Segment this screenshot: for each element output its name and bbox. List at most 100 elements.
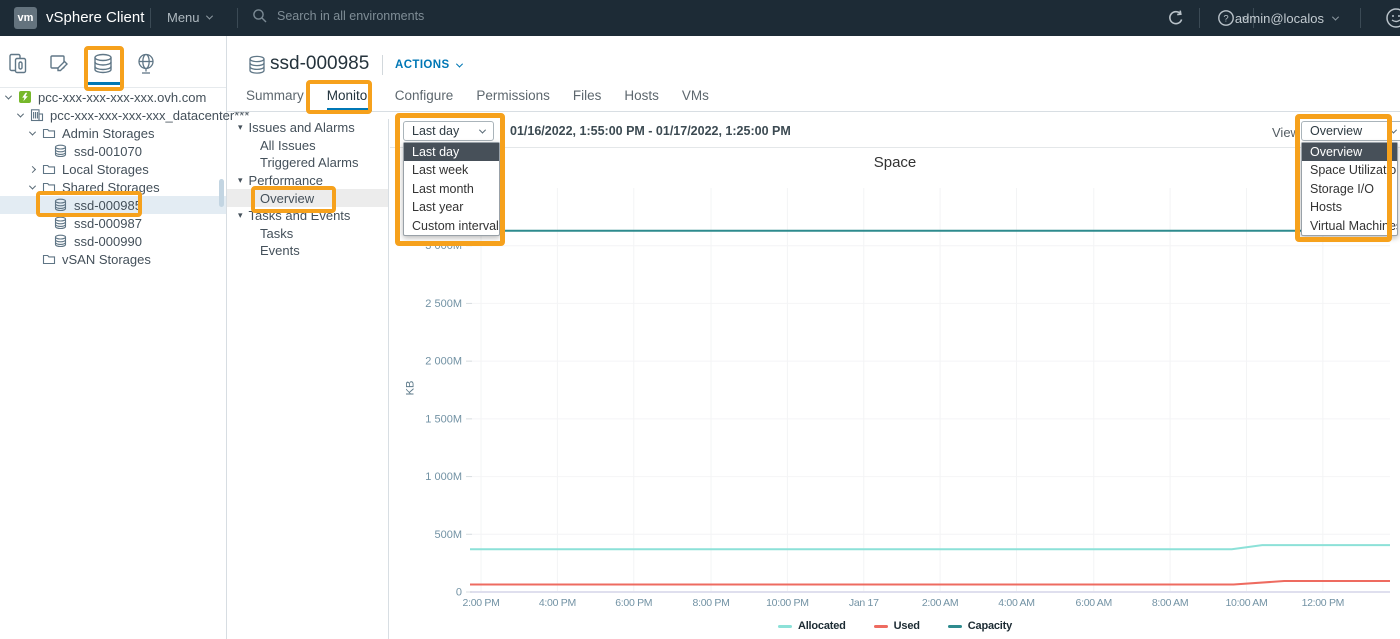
x-tick-label: 2:00 PM: [463, 597, 500, 609]
option-last-day[interactable]: Last day: [404, 143, 499, 161]
chevron-expanded-icon[interactable]: [29, 128, 36, 135]
monitor-nav-issues-and-alarms[interactable]: ▾Issues and Alarms: [227, 119, 388, 137]
option-storage-i-o[interactable]: Storage I/O: [1302, 180, 1397, 198]
monitor-nav-all-issues[interactable]: All Issues: [227, 137, 388, 155]
tab-vms[interactable]: VMs: [682, 82, 709, 111]
tab-summary[interactable]: Summary: [246, 82, 304, 111]
tab-files[interactable]: Files: [573, 82, 602, 111]
option-custom-interval[interactable]: Custom interval: [404, 217, 499, 235]
view-label: View: [1272, 125, 1300, 140]
chevron-down-icon: [456, 60, 463, 67]
feedback-icon[interactable]: [1384, 6, 1400, 30]
legend-swatch: [874, 625, 888, 628]
time-range-select[interactable]: Last day: [403, 121, 494, 141]
tree-item[interactable]: pcc-xxx-xxx-xxx-xxx_datacenter***: [0, 106, 226, 124]
y-tick-label: 2 000M: [425, 356, 462, 368]
networking-icon[interactable]: [134, 52, 158, 76]
tab-permissions[interactable]: Permissions: [476, 82, 550, 111]
chevron-collapsed-icon[interactable]: [29, 165, 36, 172]
tree-item-label: ssd-000990: [74, 234, 142, 249]
user-name: admin@localos: [1235, 11, 1324, 26]
monitor-nav-label: Performance: [249, 173, 323, 188]
tree-item-label: Admin Storages: [62, 126, 155, 141]
tab-configure[interactable]: Configure: [395, 82, 454, 111]
chevron-down-icon: [1390, 126, 1397, 133]
y-tick-label: 1 500M: [425, 413, 462, 425]
option-overview[interactable]: Overview: [1302, 143, 1397, 161]
section-collapse-icon[interactable]: ▾: [238, 122, 243, 133]
divider: [1199, 8, 1200, 28]
monitor-nav-performance[interactable]: ▾ Performance: [227, 172, 388, 190]
option-virtual-machines[interactable]: Virtual Machines: [1302, 217, 1397, 235]
actions-label: ACTIONS: [395, 59, 450, 71]
svg-text:?: ?: [1223, 14, 1228, 25]
monitor-nav-tasks-and-events[interactable]: ▾Tasks and Events: [227, 207, 388, 225]
monitor-nav-events[interactable]: Events: [227, 242, 388, 260]
search-input[interactable]: Search in all environments: [252, 8, 672, 24]
series-line-used: [470, 581, 1390, 584]
tree-item-label: Local Storages: [62, 162, 149, 177]
space-chart: 0500M1 000M1 500M2 000M2 500M3 000M2:00 …: [390, 148, 1400, 618]
inventory-tree: pcc-xxx-xxx-xxx-xxx.ovh.compcc-xxx-xxx-x…: [0, 88, 226, 268]
monitor-nav-label: Events: [260, 243, 300, 258]
tab-monitor[interactable]: Monitor: [327, 82, 372, 111]
legend-item-allocated: Allocated: [778, 620, 846, 632]
tree-item[interactable]: pcc-xxx-xxx-xxx-xxx.ovh.com: [0, 88, 226, 106]
tree-item[interactable]: vSAN Storages: [0, 250, 226, 268]
tree-scrollbar-thumb[interactable]: [219, 179, 224, 207]
section-collapse-icon[interactable]: ▾: [238, 210, 243, 221]
top-bar: vm vSphere Client Menu Search in all env…: [0, 0, 1400, 36]
chevron-expanded-icon[interactable]: [17, 110, 24, 117]
y-tick-label: 1 000M: [425, 471, 462, 483]
tree-item[interactable]: ssd-000987: [0, 214, 226, 232]
chart-legend: AllocatedUsedCapacity: [390, 620, 1400, 632]
view-select[interactable]: Overview: [1301, 121, 1400, 141]
legend-label: Used: [894, 620, 920, 632]
search-placeholder: Search in all environments: [277, 9, 424, 23]
x-tick-label: 2:00 AM: [922, 597, 958, 609]
monitor-nav-overview[interactable]: Overview: [227, 189, 388, 207]
time-range-dropdown: Last dayLast weekLast monthLast yearCust…: [403, 142, 500, 236]
option-hosts[interactable]: Hosts: [1302, 198, 1397, 216]
monitor-nav-triggered-alarms[interactable]: Triggered Alarms: [227, 154, 388, 172]
x-tick-label: 8:00 AM: [1152, 597, 1188, 609]
navigation-sidebar: pcc-xxx-xxx-xxx-xxx.ovh.compcc-xxx-xxx-x…: [0, 36, 227, 639]
vcenter-icon: [18, 90, 33, 104]
tree-item[interactable]: Local Storages: [0, 160, 226, 178]
user-menu[interactable]: admin@localos: [1235, 0, 1338, 36]
tree-item[interactable]: ssd-001070: [0, 142, 226, 160]
folder-icon: [42, 180, 57, 194]
chevron-expanded-icon[interactable]: [5, 92, 12, 99]
datacenter-icon: [30, 108, 45, 122]
actions-button[interactable]: ACTIONS: [395, 59, 462, 71]
chevron-expanded-icon[interactable]: [29, 182, 36, 189]
option-last-month[interactable]: Last month: [404, 180, 499, 198]
refresh-button[interactable]: [1166, 0, 1186, 36]
x-tick-label: 6:00 AM: [1076, 597, 1112, 609]
monitor-nav-tasks[interactable]: Tasks: [227, 225, 388, 243]
menu-label: Menu: [167, 10, 200, 25]
time-range-value: Last day: [412, 124, 459, 138]
vms-templates-icon[interactable]: [48, 52, 72, 76]
chevron-down-icon: [205, 13, 212, 20]
tree-item-label: ssd-000985: [74, 198, 142, 213]
option-space-utilization[interactable]: Space Utilization: [1302, 161, 1397, 179]
storage-icon[interactable]: [91, 52, 115, 76]
section-collapse-icon[interactable]: ▾: [238, 175, 243, 186]
y-tick-label: 500M: [434, 529, 462, 541]
inventory-icon-strip: [0, 36, 226, 88]
tree-item-label: ssd-000987: [74, 216, 142, 231]
menu-button[interactable]: Menu: [167, 10, 212, 25]
tab-hosts[interactable]: Hosts: [624, 82, 659, 111]
tree-item-label: vSAN Storages: [62, 252, 151, 267]
tree-item[interactable]: ssd-000990: [0, 232, 226, 250]
hosts-clusters-icon[interactable]: [6, 52, 30, 76]
tree-item-label: pcc-xxx-xxx-xxx-xxx_datacenter***: [50, 108, 249, 123]
tree-item[interactable]: Shared Storages: [0, 178, 226, 196]
tree-item[interactable]: ssd-000985: [0, 196, 226, 214]
option-last-year[interactable]: Last year: [404, 198, 499, 216]
legend-label: Allocated: [798, 620, 846, 632]
option-last-week[interactable]: Last week: [404, 161, 499, 179]
legend-item-used: Used: [874, 620, 920, 632]
tree-item[interactable]: Admin Storages: [0, 124, 226, 142]
